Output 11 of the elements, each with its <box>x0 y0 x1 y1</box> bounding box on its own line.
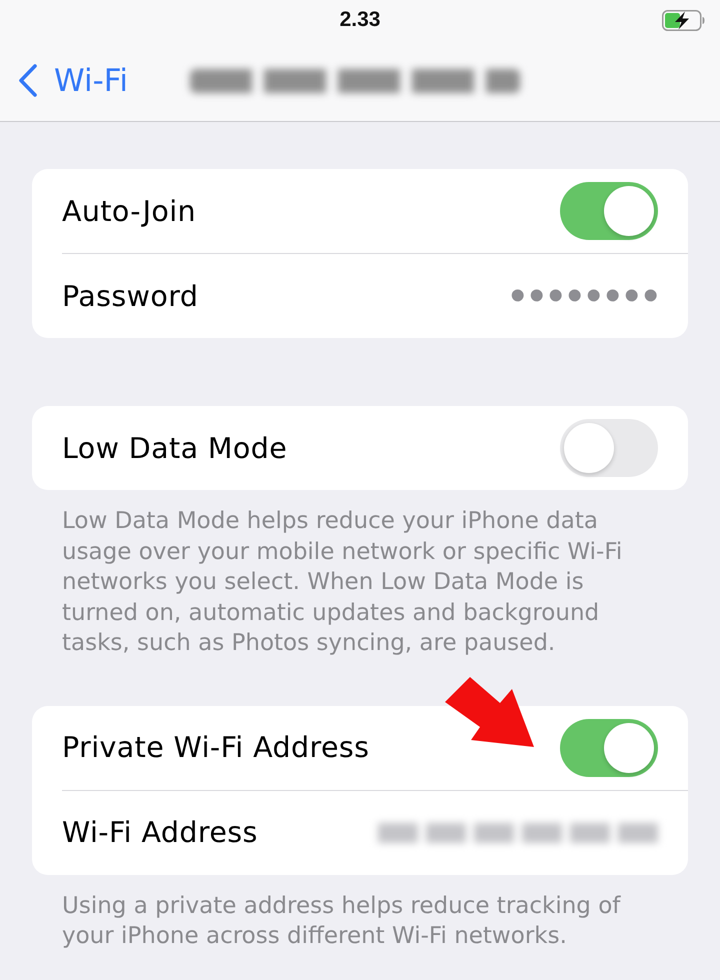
setting-label: Password <box>62 280 198 312</box>
status-time: 2.33 <box>340 8 380 32</box>
setting-label: Auto-Join <box>62 194 196 228</box>
footer-note: Low Data Mode helps reduce your iPhone data usage over your mobile network or specific Wi-Fi networks you select. When Low Data Mode is turned on, automatic updates and background tasks, such as Photos syncing, are paused. <box>61 507 624 658</box>
back-chevron-icon <box>18 64 38 97</box>
back-button[interactable]: Wi-Fi <box>18 62 128 98</box>
footer-note: Using a private address helps reduce tracking of your iPhone across different Wi-Fi networks. <box>61 892 622 951</box>
setting-label: Wi-Fi Address <box>62 816 258 849</box>
setting-label: Low Data Mode <box>62 432 288 464</box>
setting-label: Private Wi-Fi Address <box>62 731 370 764</box>
password-value: •••••••• <box>510 274 662 318</box>
